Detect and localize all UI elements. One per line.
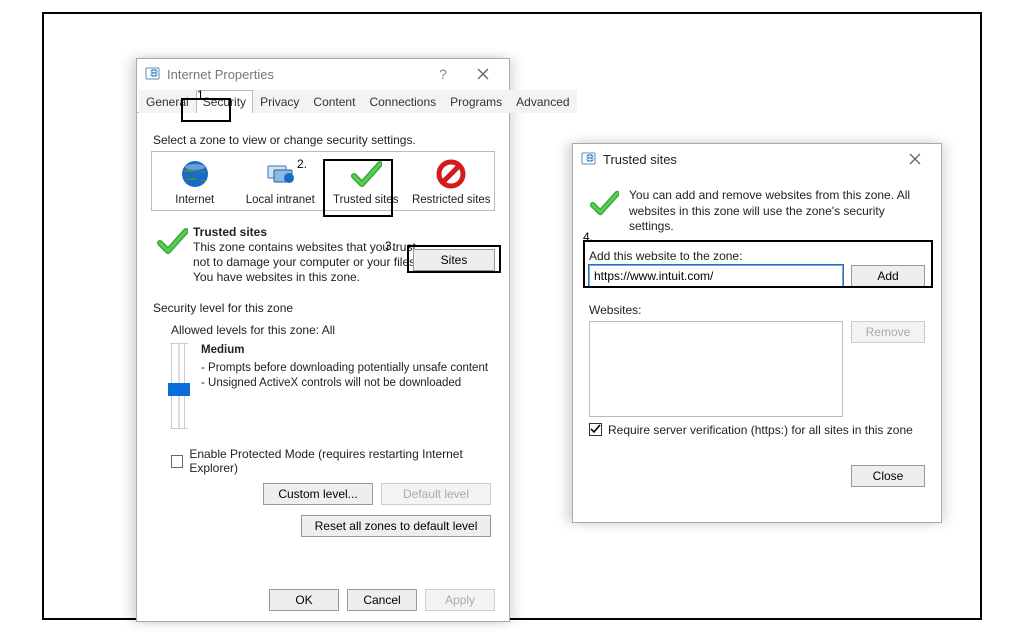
internet-properties-dialog: Internet Properties ? 1. General Securit…	[136, 58, 510, 622]
zone-trusted-sites[interactable]: Trusted sites	[323, 158, 409, 206]
zone-restricted-sites[interactable]: Restricted sites	[409, 158, 495, 206]
security-level-label: Security level for this zone	[153, 301, 495, 315]
titlebar: Trusted sites	[573, 144, 941, 174]
allowed-levels-label: Allowed levels for this zone: All	[171, 323, 495, 337]
dialog-bottom-buttons: OK Cancel Apply	[137, 589, 509, 611]
trusted-sites-dialog: Trusted sites You can add and remove web…	[572, 143, 942, 523]
tab-connections[interactable]: Connections	[362, 90, 443, 113]
annotation-3: 3.	[385, 239, 395, 253]
apply-button[interactable]: Apply	[425, 589, 495, 611]
intranet-icon	[264, 158, 296, 190]
tab-strip: General Security Privacy Content Connect…	[137, 89, 509, 113]
protected-mode-label: Enable Protected Mode (requires restarti…	[189, 447, 495, 475]
tab-general[interactable]: General	[139, 90, 196, 113]
globe-icon	[179, 158, 211, 190]
zone-list: Internet Local intranet	[151, 151, 495, 211]
annotation-1: 1.	[197, 88, 207, 102]
add-website-label: Add this website to the zone:	[589, 249, 925, 263]
zone-instruction: Select a zone to view or change security…	[153, 133, 493, 147]
zone-detail-title: Trusted sites	[193, 225, 425, 240]
checkmark-icon	[151, 225, 193, 285]
websites-label: Websites:	[573, 291, 941, 317]
zone-label: Trusted sites	[333, 194, 398, 206]
annotation-4: 4.	[583, 230, 593, 244]
zone-internet[interactable]: Internet	[152, 158, 238, 206]
checkmark-icon	[589, 188, 629, 235]
tab-content[interactable]: Content	[306, 90, 362, 113]
restricted-icon	[435, 158, 467, 190]
zone-label: Restricted sites	[412, 194, 491, 206]
add-button[interactable]: Add	[851, 265, 925, 287]
titlebar: Internet Properties ?	[137, 59, 509, 89]
sites-button[interactable]: Sites	[413, 249, 495, 271]
zone-label: Internet	[175, 194, 214, 206]
cancel-button[interactable]: Cancel	[347, 589, 417, 611]
close-button[interactable]	[895, 148, 935, 170]
internet-options-icon	[581, 151, 597, 167]
internet-options-icon	[145, 66, 161, 82]
default-level-button[interactable]: Default level	[381, 483, 491, 505]
reset-zones-button[interactable]: Reset all zones to default level	[301, 515, 491, 537]
zone-local-intranet[interactable]: Local intranet	[238, 158, 324, 206]
website-url-input[interactable]	[589, 265, 843, 287]
ok-button[interactable]: OK	[269, 589, 339, 611]
zone-label: Local intranet	[246, 194, 315, 206]
remove-button[interactable]: Remove	[851, 321, 925, 343]
close-button[interactable]	[463, 63, 503, 85]
trusted-msg: You can add and remove websites from thi…	[629, 188, 925, 235]
security-level-slider[interactable]	[171, 343, 185, 429]
close-dialog-button[interactable]: Close	[851, 465, 925, 487]
level-name: Medium	[201, 343, 488, 359]
tab-advanced[interactable]: Advanced	[509, 90, 576, 113]
dialog-title: Trusted sites	[603, 152, 895, 167]
require-https-label: Require server verification (https:) for…	[608, 423, 913, 437]
tab-privacy[interactable]: Privacy	[253, 90, 306, 113]
tab-programs[interactable]: Programs	[443, 90, 509, 113]
custom-level-button[interactable]: Custom level...	[263, 483, 373, 505]
annotation-2: 2.	[297, 157, 307, 171]
help-button[interactable]: ?	[423, 63, 463, 85]
level-description: Medium - Prompts before downloading pote…	[201, 343, 488, 429]
dialog-title: Internet Properties	[167, 67, 423, 82]
zone-detail-desc2: You have websites in this zone.	[193, 270, 360, 284]
require-https-checkbox[interactable]	[589, 423, 602, 436]
websites-listbox[interactable]	[589, 321, 843, 417]
protected-mode-checkbox[interactable]	[171, 455, 183, 468]
checkmark-icon	[350, 158, 382, 190]
